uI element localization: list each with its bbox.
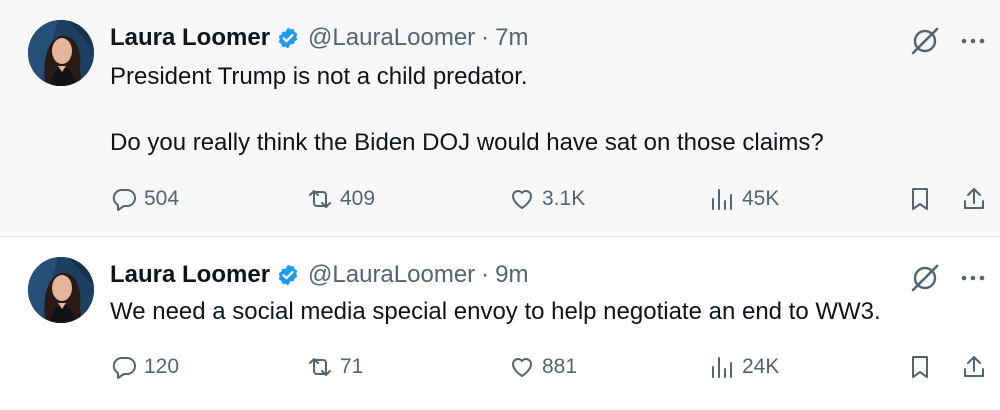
more-icon[interactable] — [960, 28, 986, 59]
like-button[interactable]: 881 — [508, 349, 577, 385]
tweet[interactable]: Laura Loomer @LauraLoomer · 7m President… — [0, 0, 1000, 237]
tweet-top-actions — [908, 24, 986, 63]
reply-count: 504 — [144, 187, 180, 210]
repost-icon — [309, 358, 331, 376]
grok-icon[interactable] — [908, 261, 960, 300]
tweet-text-line: President Trump is not a child predator. — [110, 63, 528, 90]
more-icon[interactable] — [960, 265, 986, 296]
bookmark-button[interactable] — [906, 349, 934, 385]
reply-icon — [112, 357, 136, 379]
views-icon — [712, 189, 732, 210]
tweet-text-line: We need a social media special envoy to … — [110, 298, 881, 325]
reply-icon — [112, 189, 136, 211]
author-handle[interactable]: @LauraLoomer — [308, 261, 475, 289]
grok-icon[interactable] — [908, 24, 960, 63]
verified-badge-icon — [276, 263, 300, 287]
bookmark-icon — [912, 356, 928, 378]
view-count: 24K — [742, 355, 780, 378]
repost-button[interactable]: 71 — [306, 349, 363, 385]
author-name[interactable]: Laura Loomer — [110, 261, 270, 289]
share-icon — [964, 356, 984, 377]
verified-badge-icon — [276, 26, 300, 50]
share-button[interactable] — [960, 181, 988, 217]
tweet-header: Laura Loomer @LauraLoomer · 9m — [110, 257, 529, 293]
timestamp[interactable]: 9m — [495, 261, 528, 289]
reply-count: 120 — [144, 355, 180, 378]
reply-button[interactable]: 504 — [110, 181, 179, 217]
views-button[interactable]: 45K — [708, 181, 779, 217]
tweet[interactable]: Laura Loomer @LauraLoomer · 9m We need a… — [0, 237, 1000, 410]
tweet-header: Laura Loomer @LauraLoomer · 7m — [110, 20, 529, 56]
repost-count: 409 — [340, 187, 376, 210]
avatar[interactable] — [28, 257, 94, 323]
heart-icon — [512, 358, 532, 377]
repost-count: 71 — [340, 355, 364, 378]
like-count: 3.1K — [542, 187, 586, 210]
repost-icon — [309, 190, 331, 208]
view-count: 45K — [742, 187, 780, 210]
repost-button[interactable]: 409 — [306, 181, 375, 217]
heart-icon — [512, 190, 532, 209]
reply-button[interactable]: 120 — [110, 349, 179, 385]
like-count: 881 — [542, 355, 578, 378]
tweet-top-actions — [908, 261, 986, 300]
views-button[interactable]: 24K — [708, 349, 779, 385]
timeline: Laura Loomer @LauraLoomer · 7m President… — [0, 0, 1000, 410]
like-button[interactable]: 3.1K — [508, 181, 585, 217]
timestamp[interactable]: 7m — [495, 24, 528, 52]
views-icon — [712, 357, 732, 378]
tweet-actions: 504 409 3.1K 45K — [110, 181, 986, 217]
bookmark-button[interactable] — [906, 181, 934, 217]
share-icon — [964, 188, 984, 209]
share-button[interactable] — [960, 349, 988, 385]
avatar[interactable] — [28, 20, 94, 86]
tweet-text-line: Do you really think the Biden DOJ would … — [110, 129, 824, 156]
separator-dot: · — [481, 24, 490, 51]
author-handle[interactable]: @LauraLoomer — [308, 24, 475, 52]
author-name[interactable]: Laura Loomer — [110, 24, 270, 52]
tweet-actions: 120 71 881 24K — [110, 349, 986, 385]
separator-dot: · — [481, 261, 490, 288]
bookmark-icon — [912, 188, 928, 210]
